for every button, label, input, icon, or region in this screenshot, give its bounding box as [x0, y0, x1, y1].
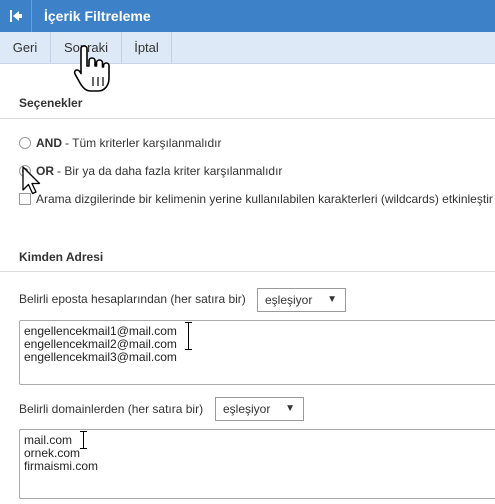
accounts-label: Belirli eposta hesaplarından (her satıra… — [19, 292, 246, 306]
triangle-down-icon: ▼ — [285, 403, 295, 414]
accounts-textarea[interactable]: engellencekmail1@mail.com engellencekmai… — [19, 320, 495, 385]
domains-textarea[interactable]: mail.com ornek.com firmaismi.com — [19, 429, 495, 499]
wildcards-option[interactable]: Arama dizgilerinde bir kelimenin yerine … — [19, 191, 493, 207]
title-bar: İçerik Filtreleme — [0, 0, 495, 32]
triangle-down-icon: ▼ — [327, 294, 337, 305]
and-keyword: AND — [36, 136, 62, 150]
back-button[interactable]: Geri — [0, 32, 51, 63]
divider — [0, 118, 495, 119]
cancel-button[interactable]: İptal — [122, 32, 172, 63]
and-option[interactable]: AND - Tüm kriterler karşılanmalıdır — [19, 135, 221, 151]
and-description: - Tüm kriterler karşılanmalıdır — [65, 136, 222, 150]
arrow-bar-left-icon — [9, 10, 22, 22]
divider — [0, 271, 495, 272]
accounts-match-value: eşleşiyor — [265, 293, 313, 307]
domains-match-select[interactable]: eşleşiyor ▼ — [215, 397, 304, 421]
back-arrow-button[interactable] — [0, 0, 32, 32]
wildcards-label: Arama dizgilerinde bir kelimenin yerine … — [36, 192, 493, 206]
account-line: engellencekmail3@mail.com — [24, 350, 177, 364]
and-radio[interactable] — [19, 137, 31, 149]
accounts-match-select[interactable]: eşleşiyor ▼ — [257, 288, 346, 312]
domains-match-value: eşleşiyor — [223, 402, 271, 416]
domain-line: mail.com — [24, 433, 73, 447]
ibeam-cursor-icon — [184, 322, 193, 350]
domains-label: Belirli domainlerden (her satıra bir) — [19, 402, 204, 416]
from-section-title: Kimden Adresi — [19, 250, 104, 264]
or-description: - Bir ya da daha fazla kriter karşılanma… — [57, 164, 283, 178]
domain-line: firmaismi.com — [24, 459, 98, 473]
ibeam-cursor-icon — [79, 431, 88, 449]
window-title: İçerik Filtreleme — [44, 8, 151, 24]
options-section-title: Seçenekler — [19, 96, 83, 110]
or-option[interactable]: OR - Bir ya da daha fazla kriter karşıla… — [19, 163, 282, 179]
arrow-pointer-icon — [22, 166, 41, 195]
hand-pointer-icon — [73, 45, 110, 92]
